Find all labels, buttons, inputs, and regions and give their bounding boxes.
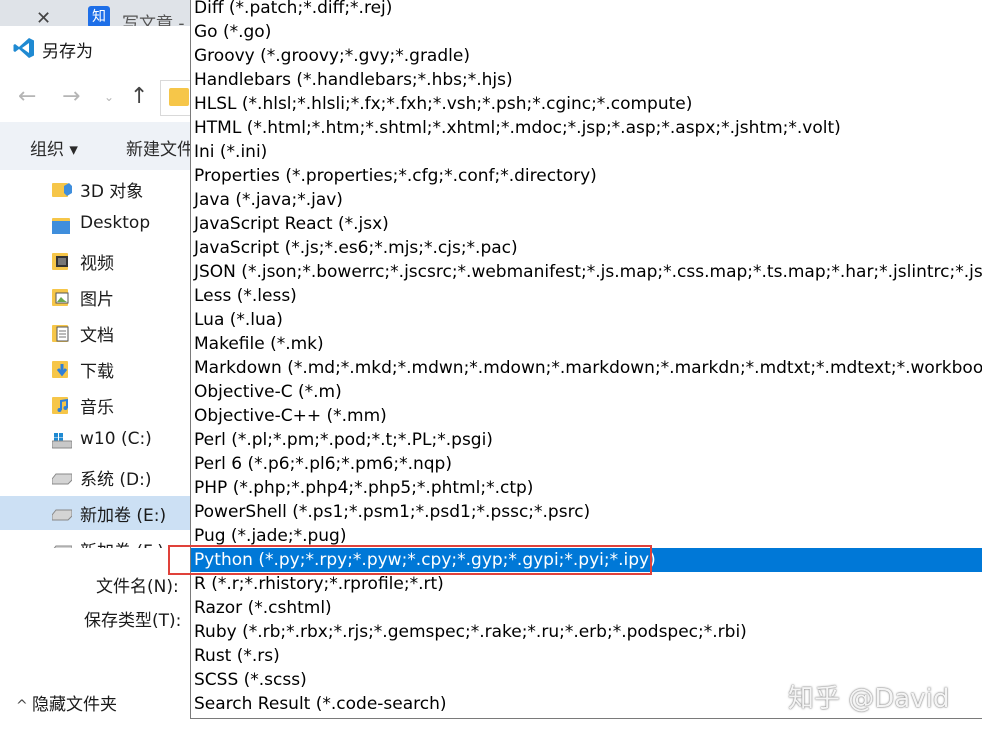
- file-type-option[interactable]: Go (*.go): [191, 20, 982, 44]
- file-type-option[interactable]: JavaScript (*.js;*.es6;*.mjs;*.cjs;*.pac…: [191, 236, 982, 260]
- sidebar-item-label: 新加卷 (F:): [80, 537, 164, 548]
- file-type-option[interactable]: PowerShell (*.ps1;*.psm1;*.psd1;*.pssc;*…: [191, 500, 982, 524]
- sidebar-item-label: 文档: [80, 326, 114, 346]
- downloads-icon: [52, 361, 68, 378]
- drive-icon: [52, 509, 72, 521]
- filename-label: 文件名(N):: [96, 577, 179, 597]
- sidebar-item-drive-d[interactable]: 系统 (D:): [0, 460, 200, 494]
- organize-button[interactable]: 组织 ▾: [30, 135, 78, 160]
- sidebar-item-label: 新加卷 (E:): [80, 506, 167, 526]
- sidebar-item-label: w10 (C:): [80, 429, 152, 449]
- sidebar-item-downloads[interactable]: 下载: [0, 352, 200, 386]
- file-type-dropdown-list[interactable]: Diff (*.patch;*.diff;*.rej) Go (*.go) Gr…: [190, 0, 982, 719]
- sidebar-item-label: 系统 (D:): [80, 470, 152, 490]
- sidebar-item-3d-objects[interactable]: 3D 对象: [0, 172, 200, 206]
- file-type-option-selected[interactable]: Python (*.py;*.rpy;*.pyw;*.cpy;*.gyp;*.g…: [191, 548, 982, 572]
- folder-icon: [169, 88, 189, 106]
- file-type-option[interactable]: Lua (*.lua): [191, 308, 982, 332]
- file-type-option[interactable]: HLSL (*.hlsl;*.hlsli;*.fx;*.fxh;*.vsh;*.…: [191, 92, 982, 116]
- sidebar-item-label: Desktop: [80, 213, 151, 233]
- sidebar-item-drive-f[interactable]: 新加卷 (F:): [0, 532, 200, 548]
- sidebar-item-label: 下载: [80, 362, 114, 382]
- drive-icon: [52, 473, 72, 485]
- sidebar-item-documents[interactable]: 文档: [0, 316, 200, 350]
- sidebar-item-drive-c[interactable]: w10 (C:): [0, 424, 200, 458]
- filetype-label: 保存类型(T):: [84, 611, 182, 631]
- 3d-objects-icon: [52, 183, 72, 197]
- windows-drive-icon: [52, 433, 72, 449]
- folder-icon: [52, 218, 70, 234]
- file-type-option[interactable]: Properties (*.properties;*.cfg;*.conf;*.…: [191, 164, 982, 188]
- file-type-option[interactable]: Rust (*.rs): [191, 644, 982, 668]
- sidebar-item-drive-e[interactable]: 新加卷 (E:): [0, 496, 200, 530]
- music-icon: [52, 397, 68, 414]
- sidebar-item-label: 3D 对象: [80, 182, 144, 202]
- drive-icon: [53, 545, 72, 548]
- sidebar-item-videos[interactable]: 视频: [0, 244, 200, 278]
- file-type-option[interactable]: Objective-C++ (*.mm): [191, 404, 982, 428]
- file-type-option[interactable]: Makefile (*.mk): [191, 332, 982, 356]
- file-type-option[interactable]: Perl (*.pl;*.pm;*.pod;*.t;*.PL;*.psgi): [191, 428, 982, 452]
- video-icon: [52, 253, 68, 270]
- sidebar-item-pictures[interactable]: 图片: [0, 280, 200, 314]
- file-type-option[interactable]: Java (*.java;*.jav): [191, 188, 982, 212]
- documents-icon: [52, 325, 69, 342]
- zhihu-watermark: 知乎 @David: [788, 684, 950, 714]
- sidebar-item-label: 图片: [80, 290, 114, 310]
- file-type-option[interactable]: Markdown (*.md;*.mkd;*.mdwn;*.mdown;*.ma…: [191, 356, 982, 380]
- sidebar-item-label: 音乐: [80, 398, 114, 418]
- file-type-option[interactable]: Ruby (*.rb;*.rbx;*.rjs;*.gemspec;*.rake;…: [191, 620, 982, 644]
- sidebar-item-music[interactable]: 音乐: [0, 388, 200, 422]
- zhihu-favicon-icon: 知: [88, 6, 110, 28]
- file-type-option[interactable]: PHP (*.php;*.php4;*.php5;*.phtml;*.ctp): [191, 476, 982, 500]
- pictures-icon: [52, 289, 69, 306]
- recent-locations-chevron-icon[interactable]: ⌄: [104, 90, 114, 104]
- file-type-option[interactable]: Pug (*.jade;*.pug): [191, 524, 982, 548]
- file-type-option[interactable]: Perl 6 (*.p6;*.pl6;*.pm6;*.nqp): [191, 452, 982, 476]
- back-arrow-icon[interactable]: ←: [18, 84, 36, 109]
- file-type-option[interactable]: Ini (*.ini): [191, 140, 982, 164]
- file-type-option[interactable]: JavaScript React (*.jsx): [191, 212, 982, 236]
- file-type-option[interactable]: R (*.r;*.rhistory;*.rprofile;*.rt): [191, 572, 982, 596]
- up-arrow-icon[interactable]: ↑: [130, 84, 148, 109]
- file-type-option[interactable]: JSON (*.json;*.bowerrc;*.jscsrc;*.webman…: [191, 260, 982, 284]
- navigation-pane: 3D 对象 Desktop 视频 图片 文档 下载 音乐 w10 (C:) 系统…: [0, 172, 200, 548]
- file-type-option[interactable]: Handlebars (*.handlebars;*.hbs;*.hjs): [191, 68, 982, 92]
- sidebar-item-desktop[interactable]: Desktop: [0, 208, 200, 242]
- file-type-option[interactable]: Razor (*.cshtml): [191, 596, 982, 620]
- forward-arrow-icon[interactable]: →: [62, 84, 80, 109]
- hide-folders-label: 隐藏文件夹: [32, 695, 117, 715]
- sidebar-item-label: 视频: [80, 254, 114, 274]
- file-type-option[interactable]: Objective-C (*.m): [191, 380, 982, 404]
- vscode-logo-icon: [13, 38, 34, 58]
- file-type-option[interactable]: Less (*.less): [191, 284, 982, 308]
- file-type-option[interactable]: Diff (*.patch;*.diff;*.rej): [191, 0, 982, 20]
- hide-folders-button[interactable]: ^ 隐藏文件夹: [16, 690, 117, 715]
- file-type-option[interactable]: HTML (*.html;*.htm;*.shtml;*.xhtml;*.mdo…: [191, 116, 982, 140]
- file-type-option[interactable]: Groovy (*.groovy;*.gvy;*.gradle): [191, 44, 982, 68]
- dialog-title: 另存为: [42, 42, 93, 62]
- chevron-up-icon: ^: [16, 698, 28, 714]
